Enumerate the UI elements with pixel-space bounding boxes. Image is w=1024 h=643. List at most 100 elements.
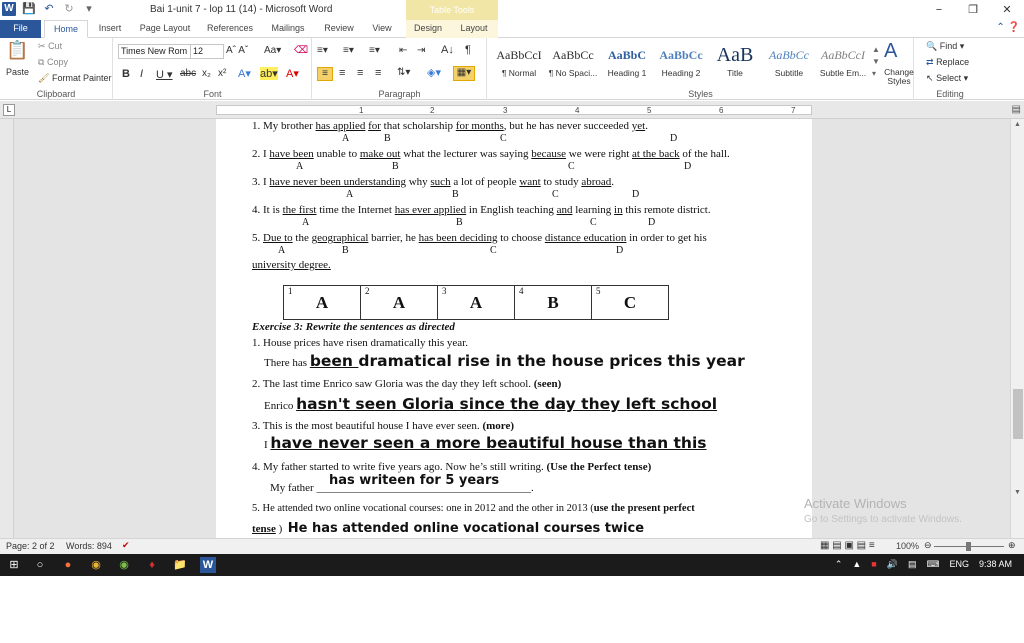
zoom-in-icon[interactable]: ⊕ (1008, 540, 1016, 551)
vertical-ruler[interactable] (0, 119, 14, 538)
language-indicator[interactable]: ENG (949, 559, 969, 570)
minimize-button[interactable]: − (922, 0, 956, 20)
highlight-icon[interactable]: ab▾ (260, 67, 278, 80)
word-count[interactable]: Words: 894 (66, 541, 112, 551)
chrome-icon[interactable]: ◉ (88, 557, 104, 573)
start-icon[interactable]: ⊞ (6, 557, 22, 573)
decrease-indent-icon[interactable]: ⇤ (399, 45, 407, 56)
answer-cell[interactable]: 1A (283, 285, 361, 320)
style-subtle-emphasis[interactable]: AaBbCcI Subtle Em... (816, 42, 870, 86)
strikethrough-icon[interactable]: abc (180, 68, 196, 79)
text-effects-icon[interactable]: A▾ (238, 67, 251, 80)
app2-icon[interactable]: ♦ (144, 557, 160, 573)
word-taskbar-icon[interactable]: W (200, 557, 216, 573)
italic-icon[interactable]: I (140, 68, 143, 80)
proofing-icon[interactable]: ✔ (122, 540, 130, 551)
clock[interactable]: 9:38 AM (979, 559, 1012, 570)
style-no-spacing[interactable]: AaBbCc ¶ No Spaci... (546, 42, 600, 86)
paste-button[interactable]: Paste (6, 67, 29, 77)
answer-cell[interactable]: 4B (514, 285, 592, 320)
tab-file[interactable]: File (0, 20, 41, 38)
tab-home[interactable]: Home (44, 20, 88, 38)
zoom-slider-knob[interactable] (966, 542, 971, 551)
align-left-icon[interactable]: ≡ (317, 67, 333, 81)
undo-icon[interactable]: ↶ (42, 2, 56, 16)
copy-button[interactable]: ⧉ Copy (38, 57, 68, 68)
firefox-icon[interactable]: ● (60, 557, 76, 573)
scroll-thumb[interactable] (1013, 389, 1023, 439)
zoom-level[interactable]: 100% (896, 541, 919, 551)
styles-scroll-icon[interactable]: ▲ ▼ ▾ (872, 44, 880, 80)
horizontal-ruler[interactable]: L 1 2 3 4 5 6 7 ▤ (0, 101, 1024, 119)
style-heading-2[interactable]: AaBbCc Heading 2 (654, 42, 708, 86)
select-button[interactable]: ↖ Select ▾ (926, 73, 968, 84)
align-center-icon[interactable]: ≡ (339, 67, 345, 79)
tab-references[interactable]: References (202, 20, 258, 38)
wifi-icon[interactable]: ▲ (852, 559, 861, 570)
bullets-icon[interactable]: ≡▾ (317, 45, 328, 56)
ruler-track[interactable]: 1 2 3 4 5 6 7 (216, 105, 812, 115)
underline-icon[interactable]: U ▾ (156, 68, 173, 81)
answer-cell[interactable]: 3A (437, 285, 515, 320)
vertical-scrollbar[interactable]: ▲ ▼ (1010, 119, 1024, 538)
redo-icon[interactable]: ↻ (62, 2, 76, 16)
tab-selector[interactable]: L (3, 104, 15, 116)
style-title[interactable]: AaB Title (708, 42, 762, 86)
subscript-icon[interactable]: x₂ (202, 68, 211, 79)
replace-button[interactable]: ⇄ Replace (926, 57, 969, 68)
sort-icon[interactable]: A↓ (441, 44, 454, 56)
line-spacing-icon[interactable]: ⇅▾ (397, 67, 410, 78)
word-logo-icon[interactable]: W (2, 2, 16, 16)
paste-icon[interactable]: 📋 (6, 40, 28, 61)
restore-button[interactable]: ❐ (956, 0, 990, 20)
ribbon-collapse-help[interactable]: ⌃ ❓ (996, 22, 1020, 33)
format-painter-button[interactable]: 🖌 Format Painter (38, 73, 111, 84)
increase-indent-icon[interactable]: ⇥ (417, 45, 425, 56)
scroll-down-icon[interactable]: ▼ (1014, 489, 1021, 496)
multilevel-list-icon[interactable]: ≡▾ (369, 45, 380, 56)
cut-button[interactable]: ✂ Cut (38, 41, 62, 52)
tab-layout[interactable]: Layout (454, 20, 494, 38)
bold-icon[interactable]: B (122, 68, 130, 80)
font-size-select[interactable]: 12 (190, 44, 224, 59)
scroll-up-icon[interactable]: ▲ (1014, 121, 1021, 128)
style-heading-1[interactable]: AaBbC Heading 1 (600, 42, 654, 86)
change-case-icon[interactable]: Aa▾ (264, 45, 281, 56)
volume-icon[interactable]: 🔊 (887, 559, 898, 570)
folder-icon[interactable]: 📁 (172, 557, 188, 573)
show-marks-icon[interactable]: ¶ (465, 44, 471, 56)
clear-format-icon[interactable]: ⌫ (294, 45, 308, 56)
superscript-icon[interactable]: x² (218, 68, 226, 79)
tab-view[interactable]: View (364, 20, 400, 38)
customize-qat-icon[interactable]: ▾ (82, 2, 96, 16)
page-count[interactable]: Page: 2 of 2 (6, 541, 55, 551)
tab-review[interactable]: Review (318, 20, 360, 38)
numbering-icon[interactable]: ≡▾ (343, 45, 354, 56)
change-styles-button[interactable]: Change Styles (884, 68, 914, 86)
keyboard-icon[interactable]: ⌨ (926, 559, 939, 570)
document-page[interactable]: 1. My brother has applied for that schol… (216, 119, 812, 538)
grow-font-icon[interactable]: Aˆ Aˇ (226, 45, 248, 56)
change-styles-icon[interactable]: A (884, 40, 897, 63)
close-button[interactable]: ✕ (990, 0, 1024, 20)
tab-page-layout[interactable]: Page Layout (136, 20, 194, 38)
tab-insert[interactable]: Insert (92, 20, 128, 38)
shading-icon[interactable]: ◈▾ (427, 66, 441, 79)
zoom-out-icon[interactable]: ⊖ (924, 540, 932, 551)
font-color-icon[interactable]: A▾ (286, 67, 299, 80)
justify-icon[interactable]: ≡ (375, 67, 381, 79)
find-button[interactable]: 🔍 Find ▾ (926, 41, 964, 52)
notification-icon[interactable]: ▤ (908, 559, 917, 570)
view-ruler-icon[interactable]: ▤ (1012, 104, 1021, 115)
tab-design[interactable]: Design (408, 20, 448, 38)
view-layout-icons[interactable]: ▦ ▤ ▣ ▤ ≡ (820, 540, 875, 551)
save-icon[interactable]: 💾 (22, 2, 36, 16)
tray-up-icon[interactable]: ⌃ (835, 559, 843, 570)
style-subtitle[interactable]: AaBbCc Subtitle (762, 42, 816, 86)
style-normal[interactable]: AaBbCcI ¶ Normal (492, 42, 546, 86)
font-name-select[interactable]: Times New Rom (118, 44, 200, 59)
app-icon[interactable]: ◉ (116, 557, 132, 573)
antivirus-icon[interactable]: ■ (871, 559, 876, 570)
answer-cell[interactable]: 2A (360, 285, 438, 320)
search-icon[interactable]: ○ (32, 557, 48, 573)
